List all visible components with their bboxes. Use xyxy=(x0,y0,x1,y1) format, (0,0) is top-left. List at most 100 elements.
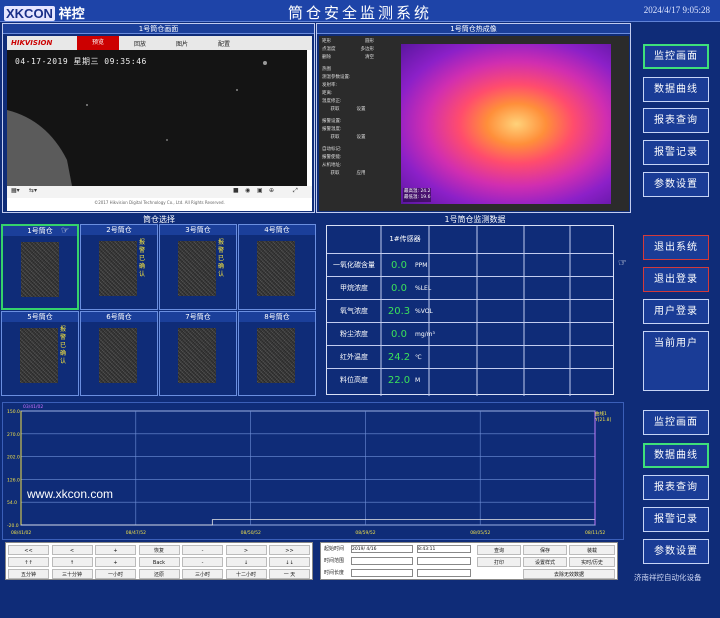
nav-curve-button[interactable]: 数据曲线 xyxy=(643,77,709,102)
scale-button-7[interactable]: ↓↓ xyxy=(269,557,310,567)
tab-playback[interactable]: 回放 xyxy=(119,39,161,48)
dust-speck xyxy=(86,104,88,106)
tool-delete[interactable]: 删除 xyxy=(322,54,331,62)
tool-point[interactable]: 点温度 xyxy=(322,46,336,54)
time-range-input[interactable] xyxy=(351,557,413,565)
y-tick-label: 126.0 xyxy=(7,477,20,483)
silo-card-4[interactable]: 4号筒仓 xyxy=(238,224,316,310)
ir-temp-label: 红外温度 xyxy=(340,353,368,361)
nav-button-3[interactable]: + xyxy=(95,545,136,555)
nav-params-button[interactable]: 参数设置 xyxy=(643,172,709,197)
silo-card-1[interactable]: 1号筒仓 ☞ xyxy=(1,224,79,310)
tool-rect[interactable]: 矩形 xyxy=(322,38,331,46)
nav-button-6[interactable]: > xyxy=(225,545,267,555)
nav-button-5[interactable]: - xyxy=(182,545,223,555)
time-length-unit-input[interactable] xyxy=(417,569,471,577)
nav-report-button[interactable]: 报表查询 xyxy=(643,108,709,133)
silo-name: 4号筒仓 xyxy=(239,225,315,235)
alarm-heading: 报警设置: xyxy=(322,119,342,124)
silo-card-2[interactable]: 2号筒仓 报警已确认 xyxy=(80,224,158,310)
nav-curve-button-2[interactable]: 数据曲线 xyxy=(643,443,709,468)
zoom-icon[interactable]: ⊕ xyxy=(269,187,274,194)
load-button[interactable]: 装载 xyxy=(569,545,615,555)
tool-clear[interactable]: 清空 xyxy=(365,54,374,62)
style-button[interactable]: 设置样式 xyxy=(523,557,567,567)
fullscreen-icon[interactable]: ⤢ xyxy=(293,187,298,195)
span-button-7[interactable]: 一 天 xyxy=(269,569,310,579)
start-date-input[interactable]: 2019/ 4/16 xyxy=(351,545,413,553)
dust-value: 0.0 xyxy=(391,329,407,340)
query-button[interactable]: 查询 xyxy=(477,545,521,555)
logout-button[interactable]: 退出登录 xyxy=(643,267,709,292)
copyright: ©2017 Hikvision Digital Technology Co., … xyxy=(7,198,312,208)
span-button-3[interactable]: 一小时 xyxy=(95,569,136,579)
silo-wall-shape xyxy=(7,110,72,186)
start-time-label: 起始时间 xyxy=(324,546,345,552)
chart-nav-controls: << < + 恢复 - > >> ↑↑ ↑ + Back - ↓ ↓↓ 五分钟 三十分钟 一小时 还原 三小时 十二小… xyxy=(5,542,313,580)
layout-icon[interactable]: ▦▾ xyxy=(11,187,20,194)
record-icon[interactable]: ▣ xyxy=(257,187,263,194)
stop-icon[interactable]: ■ xyxy=(233,187,239,194)
nav-button-2[interactable]: < xyxy=(51,545,93,555)
get-button[interactable]: 获取 xyxy=(331,106,340,114)
stream-icon[interactable]: ⇆▾ xyxy=(29,187,37,194)
save-button[interactable]: 保存 xyxy=(523,545,567,555)
nav-button-4[interactable]: 恢复 xyxy=(138,545,180,555)
scale-button-5[interactable]: - xyxy=(182,557,223,567)
silo-card-5[interactable]: 5号筒仓 报警已确认 xyxy=(1,311,79,396)
exit-system-button[interactable]: 退出系统 xyxy=(643,235,709,260)
nav-params-button-2[interactable]: 参数设置 xyxy=(643,539,709,564)
ch4-unit: %LEL xyxy=(415,285,432,292)
nav-monitor-button[interactable]: 监控画面 xyxy=(643,44,709,69)
dust-label: 粉尘浓度 xyxy=(340,330,368,338)
span-button-5[interactable]: 三小时 xyxy=(182,569,223,579)
get-button[interactable]: 获取 xyxy=(331,134,340,142)
clear-invalid-button[interactable]: 去除无效数据 xyxy=(523,569,615,579)
span-button-4[interactable]: 还原 xyxy=(138,569,180,579)
silo-card-7[interactable]: 7号筒仓 xyxy=(159,311,237,396)
video-panel: 1号筒仓画面 HIKVISION 预览 回放 图片 配置 04-17-2019 … xyxy=(2,23,315,213)
set-button[interactable]: 设置 xyxy=(357,134,366,142)
time-range-unit-input[interactable] xyxy=(417,557,471,565)
scale-button-3[interactable]: + xyxy=(95,557,136,567)
monitor-title: 1号筒仓监测数据 xyxy=(444,215,506,224)
apply-button[interactable]: 应用 xyxy=(357,170,366,178)
nav-alarm-button-2[interactable]: 报警记录 xyxy=(643,507,709,532)
nav-monitor-button-2[interactable]: 监控画面 xyxy=(643,410,709,435)
y-tick-label: 270.0 xyxy=(7,432,20,438)
capture-icon[interactable]: ◉ xyxy=(245,187,250,194)
time-length-input[interactable] xyxy=(351,569,413,577)
legend-series: 曲线1 xyxy=(595,412,607,417)
hikvision-logo: HIKVISION xyxy=(11,39,53,47)
realtime-history-button[interactable]: 实时/历史 xyxy=(569,557,615,567)
nav-report-button-2[interactable]: 报表查询 xyxy=(643,475,709,500)
print-button[interactable]: 打印 xyxy=(477,557,521,567)
silo-card-8[interactable]: 8号筒仓 xyxy=(238,311,316,396)
thermal-panel: 1号筒仓热成像 矩形 圆形 点温度 多边形 删除 清空 热图 测温参数设置: 发射率:… xyxy=(316,23,631,213)
get-button[interactable]: 获取 xyxy=(331,170,340,178)
tool-circle[interactable]: 圆形 xyxy=(365,38,374,46)
tab-picture[interactable]: 图片 xyxy=(161,39,203,48)
set-button[interactable]: 设置 xyxy=(357,106,366,114)
silo-card-3[interactable]: 3号筒仓 报警已确认 xyxy=(159,224,237,310)
tool-polygon[interactable]: 多边形 xyxy=(361,46,375,54)
login-button[interactable]: 用户登录 xyxy=(643,299,709,324)
scale-button-4[interactable]: Back xyxy=(138,557,180,567)
silo-card-6[interactable]: 6号筒仓 xyxy=(80,311,158,396)
tab-config[interactable]: 配置 xyxy=(203,39,245,48)
silo-grid: 1号筒仓 ☞ 2号筒仓 报警已确认 3号筒仓 报警已确认 4号筒仓 5号筒仓 报… xyxy=(1,224,317,396)
start-time-input[interactable]: 8:43:11 xyxy=(417,545,471,553)
video-panel-title: 1号筒仓画面 xyxy=(3,24,314,34)
span-button-6[interactable]: 十二小时 xyxy=(225,569,267,579)
scale-button-1[interactable]: ↑↑ xyxy=(8,557,49,567)
nav-alarm-button[interactable]: 报警记录 xyxy=(643,140,709,165)
span-button-1[interactable]: 五分钟 xyxy=(8,569,49,579)
nav-button-1[interactable]: << xyxy=(8,545,49,555)
scale-button-6[interactable]: ↓ xyxy=(225,557,267,567)
scale-button-2[interactable]: ↑ xyxy=(51,557,93,567)
tab-preview[interactable]: 预览 xyxy=(77,36,119,50)
span-button-2[interactable]: 三十分钟 xyxy=(51,569,93,579)
heatmap-item[interactable]: 热图 xyxy=(322,66,374,74)
thermal-menu: 矩形 圆形 点温度 多边形 删除 清空 热图 测温参数设置: 发射率: 距离: 温度修… xyxy=(319,36,377,180)
nav-button-7[interactable]: >> xyxy=(269,545,310,555)
